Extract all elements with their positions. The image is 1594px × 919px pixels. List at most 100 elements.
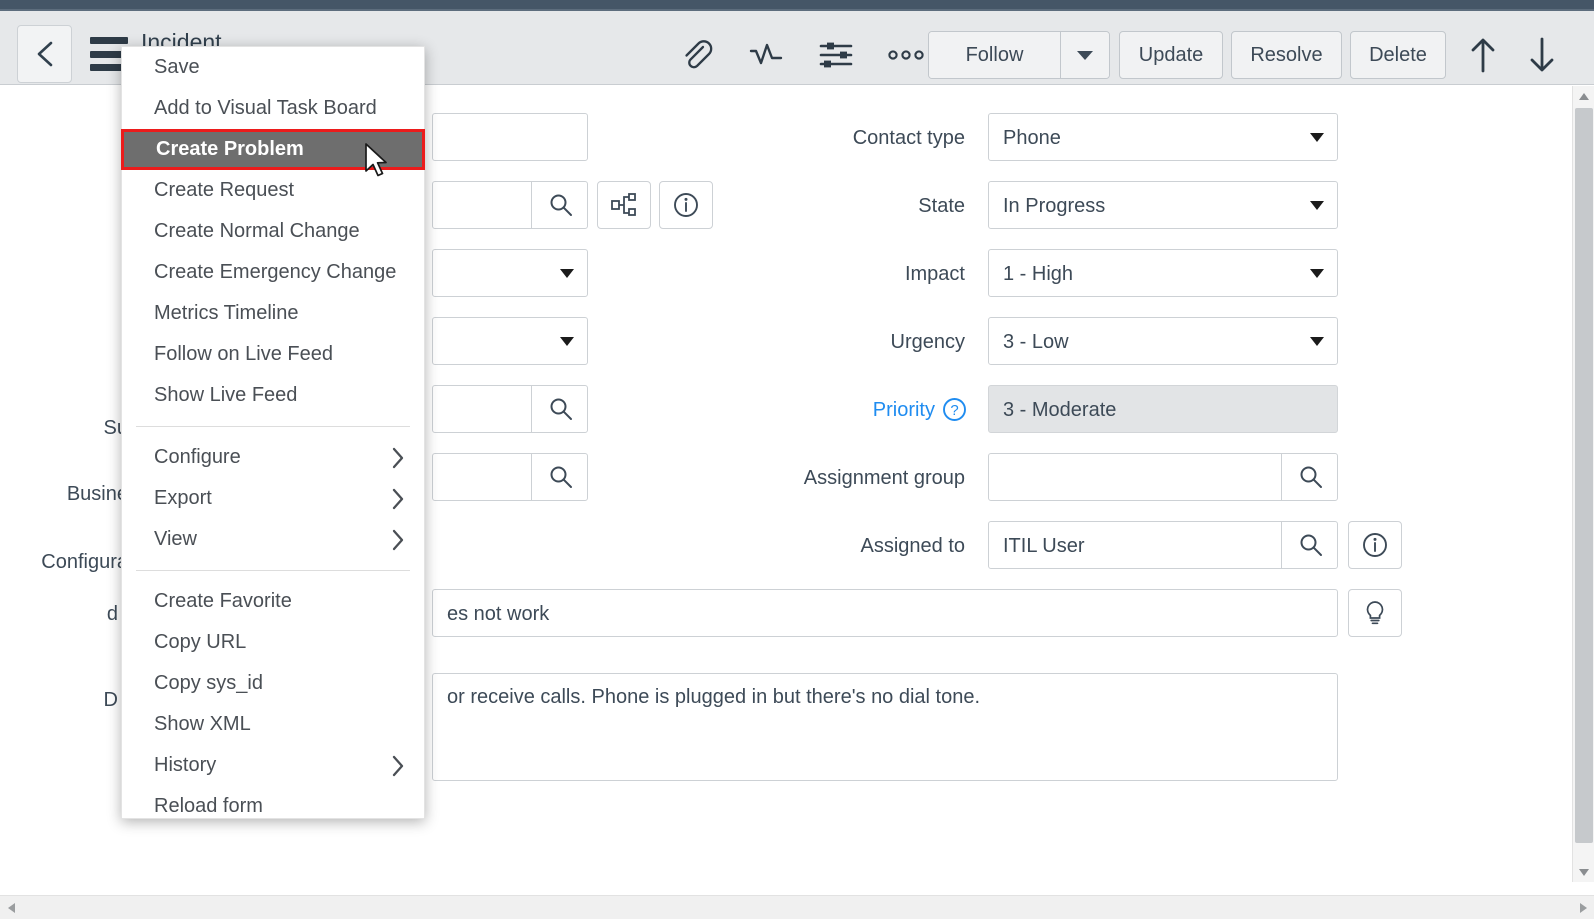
chevron-right-icon: [392, 447, 404, 468]
update-button[interactable]: Update: [1119, 31, 1223, 79]
context-menu-item-save[interactable]: Save: [122, 47, 424, 88]
field-label-description: D: [103, 689, 118, 711]
field-value-description: or receive calls. Phone is plugged in bu…: [447, 686, 981, 708]
field-label-assigned-to: Assigned to: [860, 535, 965, 557]
context-menu: Save Add to Visual Task Board Create Probl…: [121, 46, 425, 819]
field-label-priority: Priority: [872, 399, 935, 421]
field-value-state: In Progress: [1003, 194, 1106, 217]
context-menu-separator: [136, 426, 410, 427]
context-menu-item-reload-form[interactable]: Reload form: [122, 786, 424, 827]
context-menu-item-copy-sys-id[interactable]: Copy sys_id: [122, 663, 424, 704]
context-menu-item-configure[interactable]: Configure: [122, 437, 424, 478]
personalize-sliders-icon[interactable]: [816, 35, 856, 75]
chevron-right-icon: [392, 529, 404, 550]
configuration-item-lookup-button[interactable]: [531, 454, 589, 500]
assigned-to-info-button[interactable]: [1348, 521, 1402, 569]
magnifier-icon: [1300, 466, 1322, 488]
field-select-impact[interactable]: 1 - High: [988, 249, 1338, 297]
previous-record-button[interactable]: [1459, 31, 1507, 79]
header-icon-group: [676, 33, 926, 77]
chevron-right-icon: [392, 755, 404, 776]
context-menu-item-create-problem[interactable]: Create Problem: [121, 129, 425, 170]
field-input-number[interactable]: [432, 113, 588, 161]
scroll-up-icon[interactable]: [1573, 86, 1594, 106]
arrow-up-icon: [1471, 38, 1495, 73]
field-select-urgency[interactable]: 3 - Low: [988, 317, 1338, 365]
field-label-urgency: Urgency: [890, 331, 965, 353]
field-input-short-description[interactable]: es not work: [432, 589, 1338, 637]
help-question-icon[interactable]: ?: [941, 396, 968, 423]
scroll-right-icon[interactable]: [1572, 896, 1594, 919]
field-value-impact: 1 - High: [1003, 262, 1074, 285]
field-select-subcategory[interactable]: [432, 317, 588, 365]
vertical-scrollbar[interactable]: [1572, 86, 1594, 882]
field-label-business-service: Busine: [66, 483, 128, 505]
resolve-button[interactable]: Resolve: [1231, 31, 1342, 79]
vertical-scrollbar-thumb[interactable]: [1575, 108, 1593, 843]
lightbulb-icon: [1366, 601, 1384, 625]
context-menu-item-metrics-timeline[interactable]: Metrics Timeline: [122, 293, 424, 334]
caller-lookup-button[interactable]: [531, 182, 589, 228]
context-menu-item-view[interactable]: View: [122, 519, 424, 560]
context-menu-separator: [136, 570, 410, 571]
context-menu-item-create-request[interactable]: Create Request: [122, 170, 424, 211]
svg-text:?: ?: [950, 402, 958, 419]
field-input-configuration-item[interactable]: [432, 453, 588, 501]
context-menu-item-create-emergency-change[interactable]: Create Emergency Change: [122, 252, 424, 293]
field-label-state: State: [918, 195, 965, 217]
magnifier-icon: [550, 398, 572, 420]
back-button[interactable]: [17, 25, 72, 83]
dependency-map-button[interactable]: [597, 181, 651, 229]
caret-down-icon: [1310, 201, 1324, 210]
assigned-to-lookup-button[interactable]: [1281, 522, 1339, 568]
field-input-caller[interactable]: [432, 181, 588, 229]
info-circle-icon: [1363, 533, 1387, 557]
assignment-group-lookup-button[interactable]: [1281, 454, 1339, 500]
context-menu-item-copy-url[interactable]: Copy URL: [122, 622, 424, 663]
caret-down-icon: [1310, 337, 1324, 346]
follow-button[interactable]: Follow: [929, 32, 1060, 78]
magnifier-icon: [1300, 534, 1322, 556]
more-options-icon[interactable]: [886, 35, 926, 75]
field-label-configuration-item: Configura: [41, 551, 128, 573]
context-menu-item-add-to-visual-task-board[interactable]: Add to Visual Task Board: [122, 88, 424, 129]
follow-dropdown-caret-icon[interactable]: [1060, 32, 1109, 78]
field-label-assignment-group: Assignment group: [803, 467, 965, 489]
field-select-category[interactable]: [432, 249, 588, 297]
field-value-short-description: es not work: [447, 602, 550, 625]
servicenow-incident-form: Incident INC0000041: [0, 0, 1594, 919]
field-select-state[interactable]: In Progress: [988, 181, 1338, 229]
scroll-down-icon[interactable]: [1573, 862, 1594, 882]
caret-down-icon: [1310, 269, 1324, 278]
attachment-icon[interactable]: [676, 35, 716, 75]
chevron-left-icon: [37, 41, 52, 67]
field-input-assignment-group[interactable]: [988, 453, 1338, 501]
context-menu-item-show-live-feed[interactable]: Show Live Feed: [122, 375, 424, 416]
short-description-hint-button[interactable]: [1348, 589, 1402, 637]
chevron-right-icon: [392, 488, 404, 509]
context-menu-item-export[interactable]: Export: [122, 478, 424, 519]
scroll-left-icon[interactable]: [0, 896, 22, 919]
activity-pulse-icon[interactable]: [746, 35, 786, 75]
field-input-assigned-to[interactable]: ITIL User: [988, 521, 1338, 569]
caret-down-icon: [1310, 133, 1324, 142]
horizontal-scrollbar[interactable]: [0, 895, 1594, 919]
field-input-business-service[interactable]: [432, 385, 588, 433]
business-service-lookup-button[interactable]: [531, 386, 589, 432]
field-value-contact-type: Phone: [1003, 126, 1061, 149]
context-menu-item-create-normal-change[interactable]: Create Normal Change: [122, 211, 424, 252]
context-menu-item-show-xml[interactable]: Show XML: [122, 704, 424, 745]
delete-button[interactable]: Delete: [1350, 31, 1446, 79]
field-readonly-priority: 3 - Moderate: [988, 385, 1338, 433]
field-select-contact-type[interactable]: Phone: [988, 113, 1338, 161]
field-label-subcategory: Su: [103, 417, 128, 439]
field-label-short-description: d: [106, 603, 118, 625]
follow-button-group: Follow: [928, 31, 1110, 79]
next-record-button[interactable]: [1518, 31, 1566, 79]
field-textarea-description[interactable]: or receive calls. Phone is plugged in bu…: [432, 673, 1338, 781]
field-label-contact-type: Contact type: [852, 127, 965, 149]
context-menu-item-history[interactable]: History: [122, 745, 424, 786]
context-menu-item-follow-on-live-feed[interactable]: Follow on Live Feed: [122, 334, 424, 375]
caret-down-icon: [560, 269, 574, 278]
context-menu-item-create-favorite[interactable]: Create Favorite: [122, 581, 424, 622]
